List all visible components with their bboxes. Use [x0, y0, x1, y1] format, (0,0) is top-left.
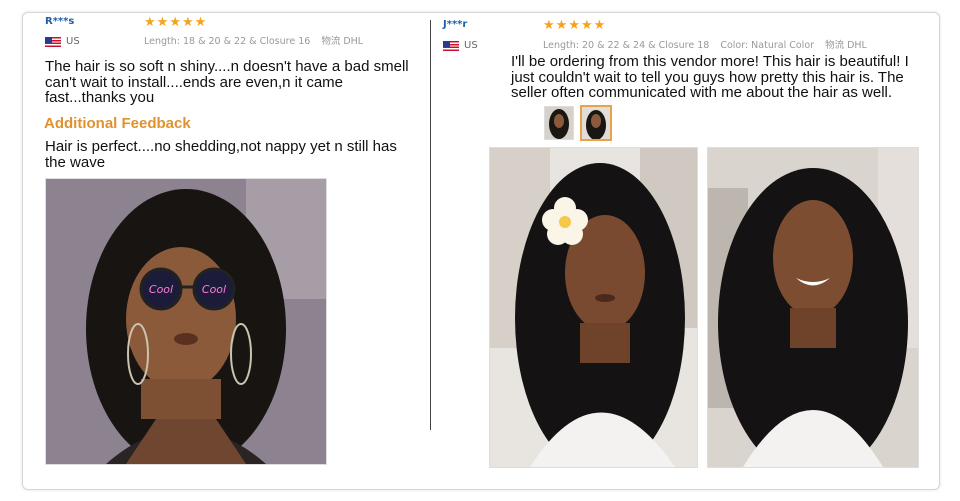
star-icon: ★ [580, 17, 593, 32]
length-value: 18 & 20 & 22 & Closure 16 [182, 36, 311, 47]
photo-thumbnail-selected[interactable] [580, 105, 612, 141]
length-label: Length: [543, 40, 579, 51]
length-value: 20 & 22 & 24 & Closure 18 [581, 40, 710, 51]
thumbnail-illustration [545, 107, 573, 139]
color-value: Natural Color [751, 40, 815, 51]
star-icon: ★ [181, 14, 194, 29]
us-flag-icon [443, 40, 459, 51]
review-photo[interactable] [489, 147, 698, 468]
country-label: US [464, 40, 478, 51]
star-icon: ★ [555, 17, 568, 32]
review-text: I'll be ordering from this vendor more! … [511, 53, 909, 101]
star-icon: ★ [144, 14, 156, 29]
shipping-label: 物流 [321, 36, 341, 47]
star-rating: ★ ★ ★ ★ ★ [144, 15, 206, 28]
country-label: US [66, 36, 80, 47]
photo-thumbnail[interactable] [544, 106, 574, 140]
review-photo[interactable] [707, 147, 919, 468]
star-icon: ★ [169, 14, 181, 29]
star-icon: ★ [543, 17, 555, 32]
thumbnail-illustration [582, 107, 610, 139]
svg-text:Cool: Cool [149, 283, 173, 296]
svg-text:Cool: Cool [202, 283, 226, 296]
shipping-label: 物流 [825, 40, 845, 51]
review-photo[interactable]: Cool Cool [45, 178, 327, 465]
color-label: Color: [720, 40, 749, 51]
reviewer-country: US [443, 40, 478, 51]
reviewer-name: R***s [45, 16, 75, 27]
star-icon: ★ [593, 17, 606, 32]
photo-illustration [490, 148, 697, 467]
shipping-value: DHL [847, 40, 867, 51]
length-label: Length: [144, 36, 180, 47]
reviewer-name: J***r [443, 19, 468, 30]
additional-feedback-title: Additional Feedback [44, 115, 191, 132]
star-rating: ★ ★ ★ ★ ★ [543, 18, 605, 31]
purchase-specs: Length: 20 & 22 & 24 & Closure 18 Color: N… [543, 37, 867, 51]
additional-feedback-text: Hair is perfect....no shedding,not nappy… [45, 138, 397, 171]
review-divider [430, 20, 431, 430]
review-text: The hair is so soft n shiny....n doesn't… [45, 58, 409, 106]
photo-illustration [708, 148, 918, 467]
purchase-specs: Length: 18 & 20 & 22 & Closure 16 物流 DHL [144, 33, 363, 47]
star-icon: ★ [156, 14, 169, 29]
photo-illustration: Cool Cool [46, 179, 326, 464]
star-icon: ★ [194, 14, 207, 29]
star-icon: ★ [568, 17, 580, 32]
shipping-value: DHL [343, 36, 364, 47]
us-flag-icon [45, 36, 61, 47]
reviewer-country: US [45, 36, 80, 47]
